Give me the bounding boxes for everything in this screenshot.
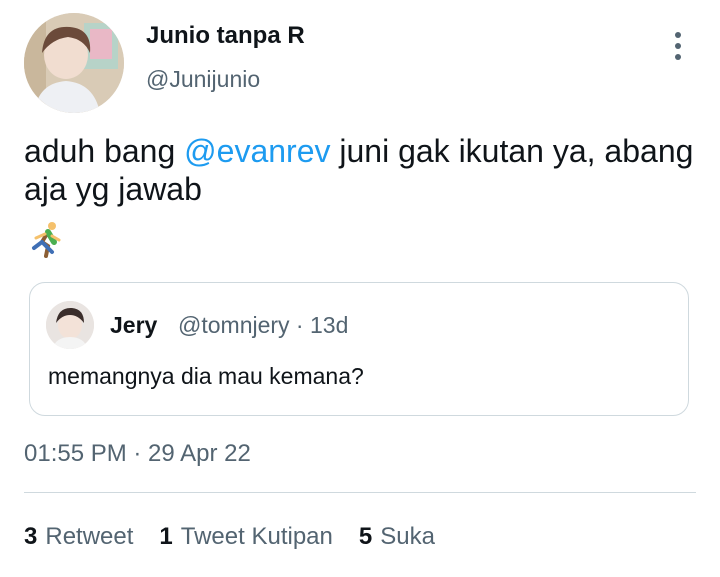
author-name[interactable]: Junio tanpa R [146,22,305,50]
quote-tweet-card[interactable]: Jery @tomnjery · 13d memangnya dia mau k… [29,282,689,416]
tweet-stats: 3 Retweet 1 Tweet Kutipan 5 Suka [24,523,435,551]
retweets-label: Retweet [45,523,134,550]
divider [24,492,696,493]
likes-stat[interactable]: 5 Suka [359,523,435,551]
quotes-label: Tweet Kutipan [180,523,333,550]
quote-author-name[interactable]: Jery [110,312,157,339]
retweets-stat[interactable]: 3 Retweet [24,523,133,551]
quote-text: memangnya dia mau kemana? [48,363,364,389]
tweet-text-part: aduh bang [24,133,185,169]
avatar-photo [24,13,124,113]
quote-avatar-photo [46,301,94,349]
mention-link[interactable]: @evanrev [184,133,330,169]
quote-author-handle-time[interactable]: @tomnjery · 13d [178,312,348,339]
quote-author-avatar[interactable] [46,301,94,349]
retweets-count: 3 [24,523,38,550]
tweet-timestamp[interactable]: 01:55 PM · 29 Apr 22 [24,440,251,468]
author-avatar[interactable] [24,13,124,113]
likes-count: 5 [358,523,373,550]
quotes-stat[interactable]: 1 Tweet Kutipan [159,523,332,551]
likes-label: Suka [380,523,435,550]
quotes-count: 1 [159,523,173,550]
more-options-icon[interactable] [666,32,690,62]
author-handle[interactable]: @Junijunio [146,66,260,93]
tweet-text: aduh bang @evanrev juni gak ikutan ya, a… [24,132,694,208]
person-running-icon [26,220,66,260]
